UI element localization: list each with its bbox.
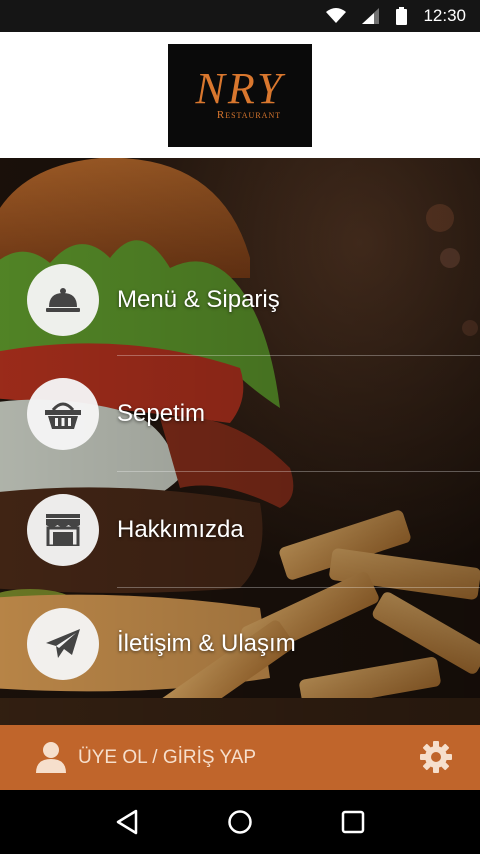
- menu-item-about[interactable]: Hakkımızda: [0, 472, 480, 588]
- logo-text: NRY: [195, 64, 285, 113]
- hero-section: Menü & Sipariş Sepetim Hakkımızda İletiş…: [0, 158, 480, 725]
- back-icon[interactable]: [103, 798, 151, 846]
- logo-subtext: Restaurant: [216, 109, 282, 121]
- battery-icon: [396, 7, 408, 25]
- signal-icon: [362, 8, 380, 24]
- menu-item-icon-circle: [27, 608, 99, 680]
- storefront-icon: [46, 514, 80, 546]
- register-login-label: ÜYE OL / GİRİŞ YAP: [78, 746, 257, 768]
- menu-item-icon-circle: [27, 378, 99, 450]
- member-login-bar[interactable]: ÜYE OL / GİRİŞ YAP: [0, 725, 480, 790]
- menu-item-label: Hakkımızda: [117, 516, 244, 543]
- home-icon[interactable]: [216, 798, 264, 846]
- app-header: NRY Restaurant: [0, 32, 480, 158]
- cloche-icon: [46, 288, 80, 312]
- status-time: 12:30: [423, 6, 466, 25]
- menu-item-icon-circle: [27, 264, 99, 336]
- user-icon: [36, 741, 66, 778]
- menu-item-label: İletişim & Ulaşım: [117, 630, 296, 657]
- gear-icon[interactable]: [420, 741, 452, 778]
- system-nav-bar: [0, 790, 480, 854]
- restaurant-logo[interactable]: NRY Restaurant: [168, 43, 312, 147]
- menu-item-label: Sepetim: [117, 400, 206, 427]
- menu-item-basket[interactable]: Sepetim: [0, 356, 480, 472]
- basket-icon: [45, 402, 81, 429]
- menu-item-menu-order[interactable]: Menü & Sipariş: [0, 242, 480, 358]
- wifi-icon: [326, 8, 347, 24]
- recents-icon[interactable]: [329, 798, 377, 846]
- menu-item-contact[interactable]: İletişim & Ulaşım: [0, 586, 480, 702]
- menu-item-icon-circle: [27, 494, 99, 566]
- paper-plane-icon: [46, 629, 80, 658]
- status-bar: 12:30: [0, 0, 480, 32]
- menu-item-label: Menü & Sipariş: [117, 286, 280, 313]
